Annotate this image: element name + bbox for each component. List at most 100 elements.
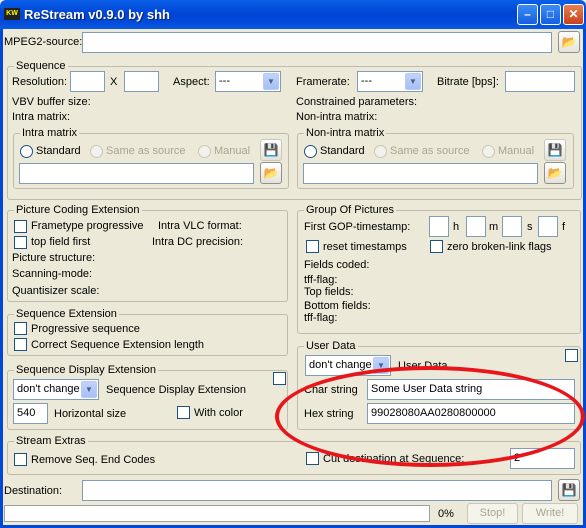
destination-label: Destination: [4,485,63,497]
nonintra-matrix-legend: Non-intra matrix [304,127,387,139]
reset-timestamps-checkbox[interactable] [306,240,319,253]
gop-frames-input[interactable] [538,216,558,237]
gop-seconds-input[interactable] [502,216,522,237]
resolution-width-input[interactable] [70,71,105,92]
horizontal-size-label: Horizontal size [54,408,127,420]
scanning-mode-label: Scanning-mode: [12,268,93,280]
save-icon: 💾 [263,143,279,157]
folder-icon: 📂 [263,166,279,180]
framerate-value: --- [361,75,372,87]
aspect-select[interactable]: --- ▼ [215,71,281,92]
sequence-display-mode-select[interactable]: don't change ▼ [13,379,99,400]
mpeg2-source-input[interactable] [82,32,552,53]
minimize-button[interactable]: – [517,4,538,25]
top-field-first-label: top field first [31,236,91,248]
nonintra-standard-label: Standard [320,145,365,157]
framerate-label: Framerate: [296,76,350,88]
resolution-x-label: X [110,76,118,88]
nonintra-matrix-input[interactable] [303,163,538,184]
correct-seq-ext-label: Correct Sequence Extension length [31,339,205,351]
correct-seq-ext-checkbox[interactable] [14,338,27,351]
mpeg2-source-label: MPEG2-source: [4,36,83,48]
resolution-height-input[interactable] [124,71,159,92]
cut-destination-checkbox[interactable] [306,452,319,465]
user-data-checkbox[interactable] [565,349,578,362]
sequence-display-legend: Sequence Display Extension [14,364,159,376]
picture-structure-label: Picture structure: [12,252,96,264]
save-destination-button[interactable]: 💾 [558,479,580,501]
aspect-label: Aspect: [173,76,210,88]
intra-matrix-label: Intra matrix: [12,111,71,123]
sequence-display-mode-value: don't change [17,383,80,395]
reset-timestamps-label: reset timestamps [323,241,407,253]
horizontal-size-input[interactable]: 540 [13,403,48,424]
framerate-select[interactable]: --- ▼ [357,71,423,92]
nonintra-manual-radio[interactable] [482,145,495,158]
gop-minutes-label: m [489,221,499,233]
progress-percent: 0% [438,508,454,520]
intra-manual-radio[interactable] [198,145,211,158]
with-color-label: With color [194,407,243,419]
nonintra-same-radio[interactable] [374,145,387,158]
stop-button[interactable]: Stop! [467,503,518,524]
chevron-down-icon: ▼ [81,381,97,398]
sequence-display-ext-label: Sequence Display Extension [106,384,247,396]
intra-vlc-label: Intra VLC format: [158,220,242,232]
aspect-value: --- [219,75,230,87]
user-data-legend: User Data [304,340,358,352]
intra-standard-label: Standard [36,145,81,157]
intra-save-button[interactable]: 💾 [260,139,282,161]
close-button[interactable]: ✕ [563,4,584,25]
nonintra-standard-radio[interactable] [304,145,317,158]
remove-end-codes-label: Remove Seq. End Codes [31,454,156,466]
first-gop-timestamp-label: First GOP-timestamp: [304,221,411,233]
write-button[interactable]: Write! [522,503,578,524]
gop-seconds-label: s [527,221,533,233]
top-fields-label: Top fields: [304,286,354,298]
save-icon: 💾 [547,143,563,157]
bitrate-label: Bitrate [bps]: [437,76,499,88]
frametype-progressive-label: Frametype progressive [31,220,144,232]
destination-input[interactable] [82,480,552,501]
save-icon: 💾 [561,483,577,497]
nonintra-save-button[interactable]: 💾 [544,139,566,161]
tff-flag-2-label: tff-flag: [304,312,338,324]
intra-matrix-input[interactable] [19,163,254,184]
sequence-display-checkbox[interactable] [273,372,286,385]
quantiser-scale-label: Quantisizer scale: [12,285,100,297]
intra-open-button[interactable]: 📂 [260,162,282,184]
progress-bar [4,505,430,522]
nonintra-open-button[interactable]: 📂 [544,162,566,184]
chevron-down-icon: ▼ [263,73,279,90]
annotation-ellipse [275,366,585,467]
top-field-first-checkbox[interactable] [14,236,27,249]
sequence-extension-legend: Sequence Extension [14,308,119,320]
chevron-down-icon: ▼ [405,73,421,90]
user-data-mode-value: don't change [309,359,372,371]
frametype-progressive-checkbox[interactable] [14,220,27,233]
remove-end-codes-checkbox[interactable] [14,453,27,466]
fields-coded-label: Fields coded: [304,259,370,271]
gop-legend: Group Of Pictures [304,204,397,216]
window-title: ReStream v0.9.0 by shh [24,7,170,22]
intra-manual-label: Manual [214,145,251,157]
with-color-checkbox[interactable] [177,406,190,419]
stream-extras-legend: Stream Extras [14,435,88,447]
nonintra-matrix-label: Non-intra matrix: [296,111,378,123]
zero-broken-link-checkbox[interactable] [430,240,443,253]
nonintra-same-label: Same as source [390,145,470,157]
intra-same-label: Same as source [106,145,186,157]
gop-hours-input[interactable] [429,216,449,237]
gop-minutes-input[interactable] [466,216,486,237]
constrained-label: Constrained parameters: [296,96,418,108]
picture-coding-legend: Picture Coding Extension [14,204,142,216]
intra-same-radio[interactable] [90,145,103,158]
intra-standard-radio[interactable] [20,145,33,158]
open-source-button[interactable]: 📂 [558,31,580,53]
maximize-button[interactable]: □ [540,4,561,25]
bitrate-input[interactable] [505,71,575,92]
gop-hours-label: h [453,221,460,233]
progressive-sequence-checkbox[interactable] [14,322,27,335]
zero-broken-link-label: zero broken-link flags [447,241,552,253]
folder-icon: 📂 [547,166,563,180]
